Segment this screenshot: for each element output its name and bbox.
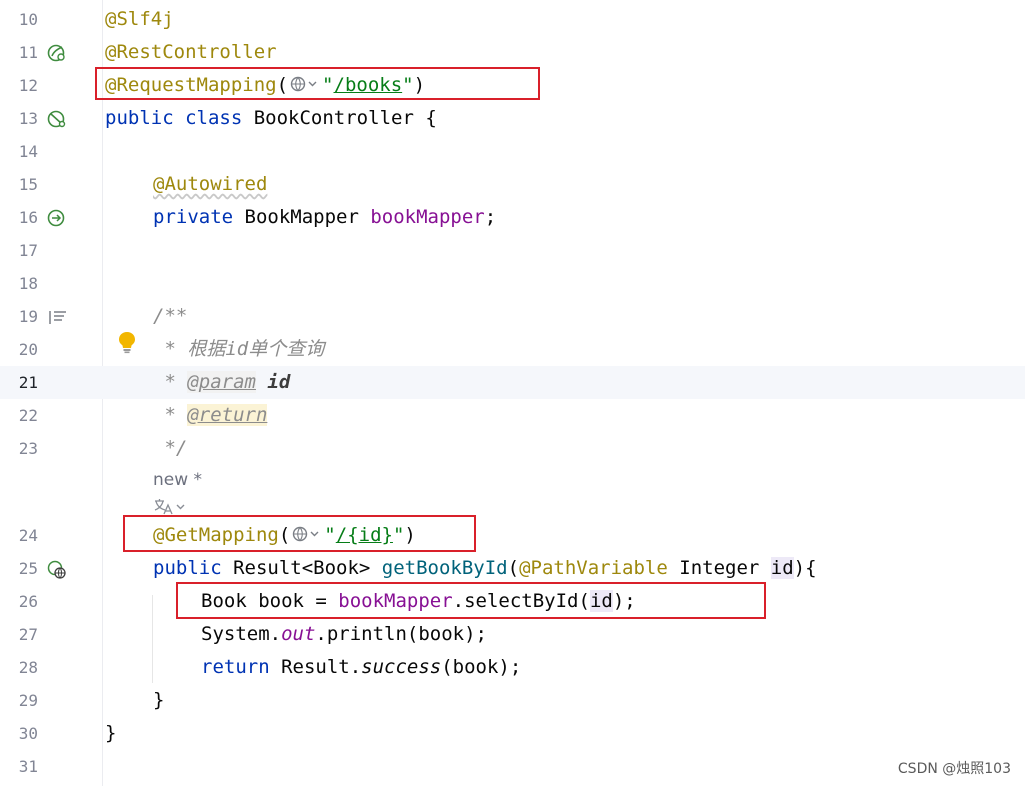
line-number: 30 <box>18 724 38 743</box>
autowired-navigate-gutter-icon[interactable] <box>47 208 67 228</box>
line-number: 12 <box>18 76 38 95</box>
line-number: 22 <box>18 406 38 425</box>
line-number: 10 <box>18 10 38 29</box>
code-line-25[interactable]: 25 public Result<Book> getBookById(@Path… <box>0 552 1025 585</box>
annotation-autowired: @Autowired <box>153 173 268 195</box>
code-line-11[interactable]: 11 @RestController <box>0 36 1025 69</box>
line-number: 26 <box>18 592 38 611</box>
doc-description: 根据id单个查询 <box>187 338 325 360</box>
code-text[interactable]: } <box>105 717 116 750</box>
line-number: 19 <box>18 307 38 326</box>
code-text[interactable]: */ <box>153 432 187 465</box>
line-number: 24 <box>18 526 38 545</box>
code-line-30[interactable]: 30 } <box>0 717 1025 750</box>
code-line-15[interactable]: 15 @Autowired <box>0 168 1025 201</box>
code-text[interactable]: System.out.println(book); <box>201 618 487 651</box>
line-number: 27 <box>18 625 38 644</box>
code-line-10[interactable]: 10 @Slf4j <box>0 3 1025 36</box>
line-number: 21 <box>18 373 38 392</box>
line-number: 28 <box>18 658 38 677</box>
code-line-27[interactable]: 27 System.out.println(book); <box>0 618 1025 651</box>
line-number: 25 <box>18 559 38 578</box>
code-text[interactable]: public class BookController { <box>105 102 437 135</box>
render-doc-gutter-icon[interactable] <box>48 308 68 328</box>
line-number: 14 <box>18 142 38 161</box>
code-text[interactable]: /** <box>153 300 187 333</box>
code-text[interactable]: return Result.success(book); <box>201 651 521 684</box>
code-text[interactable]: private BookMapper bookMapper; <box>153 201 496 234</box>
highlight-box-request-mapping <box>95 67 540 100</box>
code-text[interactable]: public Result<Book> getBookById(@PathVar… <box>153 552 817 585</box>
line-number: 11 <box>18 43 38 62</box>
line-number: 15 <box>18 175 38 194</box>
code-line-21[interactable]: 21 * @param id <box>0 366 1025 399</box>
highlight-box-select-by-id <box>176 582 766 619</box>
author-inlay-hint[interactable]: new * <box>153 470 202 490</box>
annotation-path-variable: @PathVariable <box>519 557 668 579</box>
code-line-16[interactable]: 16 private BookMapper bookMapper; <box>0 201 1025 234</box>
code-text[interactable]: @RestController <box>105 36 277 69</box>
annotation-rest-controller: @RestController <box>105 41 277 63</box>
lightbulb-icon[interactable] <box>117 330 137 354</box>
doc-param-tag: @param <box>187 371 256 393</box>
field-book-mapper: bookMapper <box>370 206 485 228</box>
doc-return-tag: @return <box>187 404 268 426</box>
spring-bean-gutter-icon[interactable] <box>47 43 67 63</box>
line-number: 31 <box>18 757 38 776</box>
line-number: 20 <box>18 340 38 359</box>
code-line-19[interactable]: 19 /** <box>0 300 1025 333</box>
line-number: 16 <box>18 208 38 227</box>
spring-component-gutter-icon[interactable] <box>47 109 67 129</box>
code-line-17[interactable]: 17 <box>0 234 1025 267</box>
code-line-31[interactable]: 31 <box>0 750 1025 783</box>
code-text[interactable]: * 根据id单个查询 <box>153 333 324 366</box>
code-text[interactable]: } <box>153 684 164 717</box>
annotation-slf4j: @Slf4j <box>105 8 174 30</box>
code-text[interactable]: * @param id <box>153 366 290 399</box>
code-text[interactable]: @Autowired <box>153 168 267 201</box>
line-number: 29 <box>18 691 38 710</box>
line-number: 17 <box>18 241 38 260</box>
code-line-18[interactable]: 18 <box>0 267 1025 300</box>
line-number: 13 <box>18 109 38 128</box>
code-line-22[interactable]: 22 * @return <box>0 399 1025 432</box>
code-line-29[interactable]: 29 } <box>0 684 1025 717</box>
code-text[interactable]: @Slf4j <box>105 3 174 36</box>
code-line-14[interactable]: 14 <box>0 135 1025 168</box>
code-line-28[interactable]: 28 return Result.success(book); <box>0 651 1025 684</box>
translate-inlay-icon[interactable] <box>153 498 189 516</box>
method-get-book-by-id: getBookById <box>381 557 508 579</box>
code-text[interactable]: * @return <box>153 399 268 432</box>
code-line-20[interactable]: 20 * 根据id单个查询 <box>0 333 1025 366</box>
highlight-box-get-mapping <box>123 515 476 552</box>
request-mapping-gutter-icon[interactable] <box>47 559 67 579</box>
watermark: CSDN @烛照103 <box>897 761 1011 777</box>
code-line-13[interactable]: 13 public class BookController { <box>0 102 1025 135</box>
line-number: 18 <box>18 274 38 293</box>
code-line-23[interactable]: 23 */ <box>0 432 1025 465</box>
line-number: 23 <box>18 439 38 458</box>
class-name: BookController { <box>242 107 437 129</box>
